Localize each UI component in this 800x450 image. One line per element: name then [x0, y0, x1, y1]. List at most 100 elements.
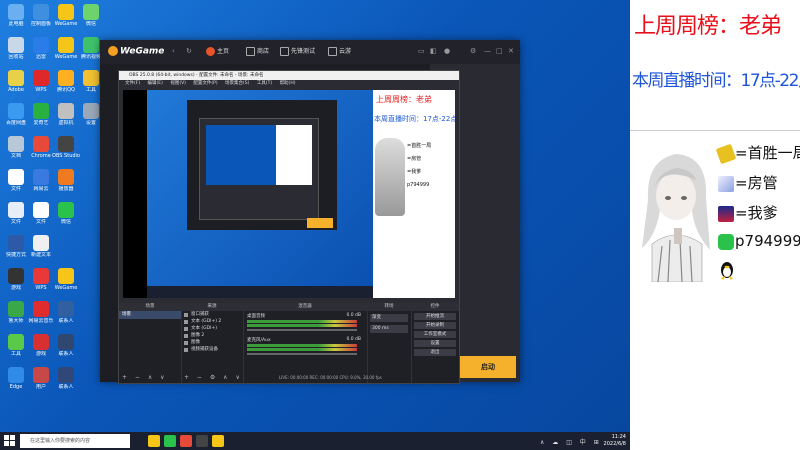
desktop-shortcut[interactable]: 此电脑	[2, 4, 30, 28]
tab-cloud-game[interactable]: 云游	[328, 46, 351, 56]
desktop-shortcut[interactable]: WeGame	[52, 4, 80, 28]
volume-slider[interactable]	[247, 329, 357, 331]
launch-button[interactable]: 启动	[442, 356, 516, 378]
obs-preview[interactable]: 上周周榜：老弟 本周直播时间：17点-22点 =首胜一局 =房管 =我爹 p79…	[123, 90, 455, 298]
duration-field[interactable]: 300 ms	[370, 325, 408, 333]
desktop-shortcut[interactable]: 联系人	[52, 334, 80, 358]
desktop-shortcut-label: 工具	[10, 351, 21, 357]
studio-mode-button[interactable]: 工作室模式	[414, 331, 456, 338]
start-button[interactable]	[4, 435, 16, 447]
taskbar-search-input[interactable]: 在这里输入你要搜索的内容	[20, 434, 130, 448]
maximize-icon[interactable]: □	[496, 47, 503, 55]
app-icon	[83, 70, 99, 86]
menu-tools[interactable]: 工具(T)	[257, 81, 272, 86]
minimize-icon[interactable]: —	[484, 47, 491, 55]
chat-icon[interactable]: ▭	[418, 47, 425, 55]
taskbar-chrome-icon[interactable]	[180, 435, 192, 447]
menu-scene-collection[interactable]: 场景集合(S)	[225, 81, 249, 86]
volume-slider[interactable]	[247, 353, 357, 355]
menu-edit[interactable]: 编辑(E)	[148, 81, 163, 86]
menu-view[interactable]: 视图(V)	[170, 81, 186, 86]
desktop-shortcut[interactable]: 百度网盘	[2, 103, 30, 127]
desktop-shortcut[interactable]: WPS	[27, 70, 55, 94]
app-icon	[83, 4, 99, 20]
desktop-shortcut[interactable]: WPS	[27, 268, 55, 292]
nested-launch	[307, 218, 333, 228]
app-icon	[58, 169, 74, 185]
desktop-shortcut[interactable]: 回收站	[2, 37, 30, 61]
close-icon[interactable]: ✕	[508, 47, 514, 55]
menu-help[interactable]: 帮助(H)	[280, 81, 296, 86]
desktop-shortcut[interactable]: 虚拟机	[52, 103, 80, 127]
tab-pioneer-test[interactable]: 先锋测试	[280, 46, 315, 56]
source-item[interactable]: 图像 2	[181, 332, 243, 339]
start-recording-button[interactable]: 开始录制	[414, 322, 456, 329]
desktop-shortcut[interactable]: 快捷方式	[2, 235, 30, 259]
desktop-shortcut[interactable]: 新建文本	[27, 235, 55, 259]
desktop-shortcut[interactable]: 网易云	[27, 169, 55, 193]
settings-button[interactable]: 设置	[414, 340, 456, 347]
transition-select[interactable]: 渐变	[370, 314, 408, 322]
avatar-icon[interactable]: ●	[444, 47, 450, 55]
back-icon[interactable]: ‹	[172, 47, 175, 55]
desktop-shortcut[interactable]: 联系人	[52, 367, 80, 391]
badge-row-room-manager: =房管	[718, 172, 778, 192]
desktop-shortcut-label: 用户	[35, 384, 46, 390]
desktop-shortcut[interactable]: WeGame	[52, 268, 80, 292]
desktop-shortcut[interactable]: 用户	[27, 367, 55, 391]
desktop-shortcut[interactable]: Chrome	[27, 136, 55, 160]
desktop-shortcut[interactable]: 微信	[52, 202, 80, 226]
desktop-shortcut-label: WPS	[35, 285, 47, 291]
system-tray-icons[interactable]: ∧ ☁ ◫ 中 ⊞	[540, 437, 602, 446]
settings-icon[interactable]: ⚙	[470, 47, 476, 55]
desktop-shortcut[interactable]: 工具	[2, 334, 30, 358]
desktop-shortcut[interactable]: Adobe	[2, 70, 30, 94]
desktop-shortcut[interactable]: 网易云音乐	[27, 301, 55, 325]
desktop-shortcut-label: 此电脑	[8, 21, 24, 27]
tab-cloud-label: 云游	[339, 48, 352, 55]
transitions-dock: 转场 渐变 300 ms	[367, 303, 412, 383]
desktop-shortcut[interactable]: 游戏	[27, 334, 55, 358]
desktop-shortcut[interactable]: WeGame	[52, 37, 80, 61]
taskbar-wegame-icon[interactable]	[148, 435, 160, 447]
source-item[interactable]: 文本 (GDI+) 2	[181, 318, 243, 325]
clock[interactable]: 11:24 2022/6/8	[604, 434, 626, 448]
start-streaming-button[interactable]: 开始推流	[414, 313, 456, 320]
source-item[interactable]: 窗口捕获	[181, 311, 243, 318]
refresh-icon[interactable]: ↻	[186, 47, 192, 55]
desktop-shortcut[interactable]: 播放器	[52, 169, 80, 193]
source-item[interactable]: 视频捕获设备	[181, 346, 243, 353]
scene-controls[interactable]: + − ∧ ∨	[122, 374, 168, 381]
desktop-shortcut[interactable]: OBS Studio	[52, 136, 80, 160]
desktop-shortcut[interactable]: 鲁大师	[2, 301, 30, 325]
desktop-shortcut[interactable]: 微信	[77, 4, 105, 28]
desktop-shortcut[interactable]: 腾讯QQ	[52, 70, 80, 94]
exit-button[interactable]: 退出	[414, 349, 456, 356]
scene-item[interactable]: 场景	[119, 311, 181, 319]
desktop-shortcut[interactable]: 文件	[2, 202, 30, 226]
desktop-shortcut[interactable]: 文件	[27, 202, 55, 226]
desktop-shortcut[interactable]: 控制面板	[27, 4, 55, 28]
desktop-shortcut[interactable]: 文件	[2, 169, 30, 193]
taskbar-wechat-icon[interactable]	[164, 435, 176, 447]
desktop-shortcut[interactable]: 爱奇艺	[27, 103, 55, 127]
menu-file[interactable]: 文件(F)	[125, 81, 140, 86]
desktop-shortcut[interactable]: 游戏	[2, 268, 30, 292]
overlay-divider	[630, 130, 800, 131]
desktop-shortcut-label: 爱奇艺	[33, 120, 49, 126]
desktop-shortcut[interactable]: 文档	[2, 136, 30, 160]
source-item[interactable]: 图像	[181, 339, 243, 346]
desktop-shortcut[interactable]: 迅雷	[27, 37, 55, 61]
desktop-shortcut[interactable]: 联系人	[52, 301, 80, 325]
taskbar-obs-icon[interactable]	[196, 435, 208, 447]
gift-icon[interactable]: ◧	[430, 47, 437, 55]
wegame-logo-text: WeGame	[120, 46, 165, 57]
menu-profile[interactable]: 配置文件(P)	[193, 81, 217, 86]
source-item[interactable]: 文本 (GDI+)	[181, 325, 243, 332]
taskbar-wegame2-icon[interactable]	[212, 435, 224, 447]
desktop-shortcut[interactable]: Edge	[2, 367, 30, 391]
tab-store[interactable]: 商店	[246, 46, 269, 56]
tab-home[interactable]: 主页	[206, 46, 229, 56]
stream-overlay: 上周周榜：老弟 本周直播时间：17点-22点 =首胜一局 =房管 =我爹 p79…	[630, 0, 800, 450]
source-controls[interactable]: + − ⚙ ∧ ∨	[184, 374, 243, 381]
